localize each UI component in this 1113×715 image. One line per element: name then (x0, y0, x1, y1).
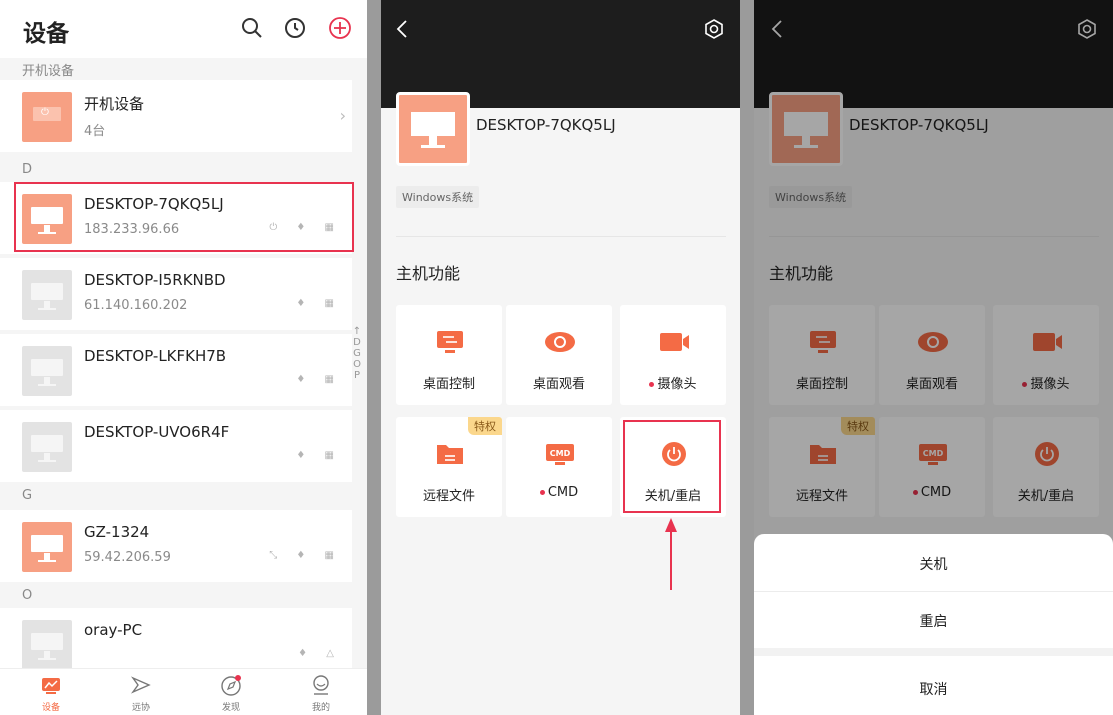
function-label: 桌面观看 (532, 377, 585, 392)
alphabet-index[interactable]: ↑ D G O P (352, 326, 362, 381)
section-label-g: G (22, 488, 33, 503)
tab-label: 设备 (41, 703, 60, 713)
tab-label: 发现 (221, 703, 240, 713)
device-name: DESKTOP-UVO6R4F (84, 423, 230, 441)
power-icon: ⏻ (41, 107, 49, 118)
monitor-icon (22, 270, 72, 320)
profile-icon (313, 675, 329, 695)
svg-text:CMD: CMD (550, 449, 571, 458)
selected-device-highlight (14, 182, 354, 252)
alpha-index-d[interactable]: D (352, 337, 362, 348)
cancel-option[interactable]: 取消 (754, 679, 1113, 699)
desktop-view-icon (545, 332, 575, 352)
status-dot (649, 382, 655, 387)
cmd-icon: CMD (546, 444, 574, 465)
section-label-o: O (22, 588, 33, 603)
camera-icon (660, 333, 689, 351)
page-title: 设备 (23, 21, 69, 47)
function-label-text: CMD (547, 485, 579, 500)
history-icon[interactable] (283, 16, 307, 40)
tab-devices[interactable]: 设备 (21, 674, 81, 713)
back-icon[interactable] (395, 18, 409, 40)
search-icon[interactable] (240, 16, 264, 40)
device-item[interactable]: DESKTOP-I5RKNBD 61.140.160.202 ♦ ▦ (0, 258, 352, 330)
arrow-up-icon (665, 518, 677, 590)
device-item[interactable]: DESKTOP-LKFKH7B ♦ ▦ (0, 334, 352, 406)
divider (396, 236, 726, 237)
bottom-tab-bar: 设备 远协 发现 我的 (0, 668, 367, 715)
tab-remote-assist[interactable]: 远协 (111, 674, 171, 713)
device-status-icons: ♦ ▦ (296, 450, 342, 461)
monitor-icon (22, 522, 72, 572)
device-name: GZ-1324 (84, 523, 150, 541)
panel-separator (367, 0, 381, 715)
group-name: 开机设备 (84, 95, 145, 113)
discover-icon (221, 675, 241, 696)
device-name: DESKTOP-LKFKH7B (84, 347, 227, 365)
function-label: CMD (506, 485, 612, 500)
remote-assist-icon (130, 676, 151, 694)
power-options-panel: DESKTOP-7QKQ5LJ Windows系统 主机功能 桌面控制 桌面观看… (754, 0, 1113, 715)
power-action-sheet: 关机 重启 取消 (754, 534, 1113, 715)
add-icon[interactable] (328, 16, 352, 40)
monitor-icon (22, 422, 72, 472)
device-list-panel: 设备 开机设备 ⏻ 开机设备 4台 › D DESKTOP-7QKQ5LJ 18… (0, 0, 367, 715)
device-item[interactable]: oray-PC ♦ △ (0, 608, 352, 670)
monitor-icon (22, 346, 72, 396)
panel-separator (740, 0, 754, 715)
tab-discover[interactable]: 发现 (201, 674, 261, 713)
function-remote-file[interactable]: 特权 远程文件 (396, 417, 502, 517)
alpha-index-g[interactable]: G (352, 348, 362, 359)
function-desktop-view[interactable]: 桌面观看 (506, 305, 612, 405)
alpha-index-p[interactable]: P (352, 370, 362, 381)
function-label: 桌面控制 (422, 377, 475, 392)
devices-icon (42, 678, 60, 694)
device-item[interactable]: DESKTOP-UVO6R4F ♦ ▦ (0, 410, 352, 482)
tab-label: 远协 (131, 703, 150, 713)
device-detail-panel: DESKTOP-7QKQ5LJ Windows系统 主机功能 桌面控制 桌面观看… (381, 0, 740, 715)
chevron-right-icon: › (339, 106, 346, 125)
device-status-icons: ♦ ▦ (296, 374, 342, 385)
desktop-control-icon (437, 331, 463, 353)
device-ip: 59.42.206.59 (84, 550, 171, 565)
privilege-badge: 特权 (468, 417, 502, 435)
function-label-text: 摄像头 (657, 377, 697, 392)
boot-device-group[interactable]: ⏻ 开机设备 4台 › (0, 80, 352, 152)
function-cmd[interactable]: CMD CMD (506, 417, 612, 517)
section-title: 主机功能 (396, 264, 461, 283)
tab-profile[interactable]: 我的 (291, 674, 351, 713)
alpha-index-o[interactable]: O (352, 359, 362, 370)
tab-label: 我的 (311, 703, 330, 713)
device-status-icons: ♦ ▦ (296, 298, 342, 309)
alpha-index-up[interactable]: ↑ (352, 326, 362, 337)
function-label: 摄像头 (620, 373, 726, 392)
function-desktop-control[interactable]: 桌面控制 (396, 305, 502, 405)
status-dot (539, 490, 545, 495)
divider (754, 591, 1113, 592)
section-boot-label: 开机设备 (22, 64, 75, 79)
monitor-icon (22, 620, 72, 670)
device-status-icons: ⤡ ♦ ▦ (269, 550, 342, 561)
restart-option[interactable]: 重启 (754, 611, 1113, 631)
power-group-thumbnail: ⏻ (22, 92, 72, 142)
device-avatar (396, 92, 470, 166)
device-ip: 61.140.160.202 (84, 298, 188, 313)
group-count: 4台 (84, 124, 106, 139)
device-item[interactable]: GZ-1324 59.42.206.59 ⤡ ♦ ▦ (0, 510, 352, 582)
function-camera[interactable]: 摄像头 (620, 305, 726, 405)
shutdown-option[interactable]: 关机 (754, 554, 1113, 574)
os-tag: Windows系统 (396, 186, 480, 208)
section-label-d: D (22, 162, 33, 177)
divider (754, 648, 1113, 656)
power-highlight-box (623, 420, 721, 513)
list-header: 设备 (0, 0, 367, 58)
settings-icon[interactable] (702, 18, 726, 42)
device-name: oray-PC (84, 621, 143, 639)
host-name: DESKTOP-7QKQ5LJ (476, 116, 616, 134)
remote-file-icon (437, 445, 463, 464)
device-status-icons: ♦ △ (298, 648, 342, 659)
device-name: DESKTOP-I5RKNBD (84, 271, 226, 289)
function-label: 远程文件 (422, 489, 475, 504)
